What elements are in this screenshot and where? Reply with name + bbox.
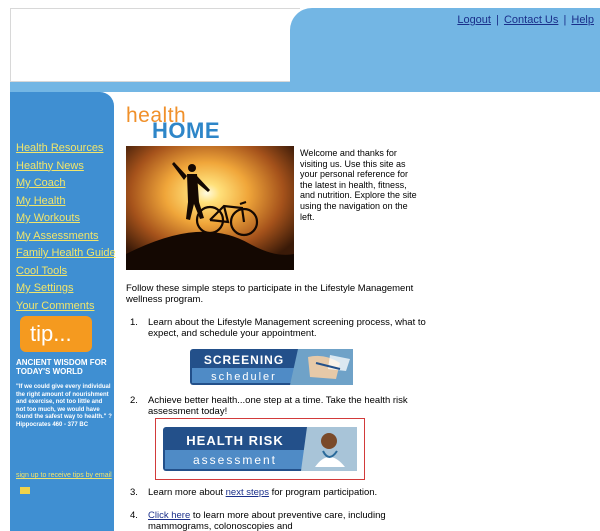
tip-signup-link[interactable]: sign up to receive tips by email	[16, 472, 112, 479]
step-text: Learn more about next steps for program …	[148, 487, 448, 499]
click-here-link[interactable]: Click here	[148, 510, 190, 521]
contact-us-link[interactable]: Contact Us	[504, 14, 558, 26]
health-risk-highlight: HEALTH RISK assessment	[155, 418, 365, 480]
step-number: 3.	[130, 487, 138, 498]
sidebar-item-healthy-news: Healthy News	[16, 158, 116, 176]
sidebar-item-family-health-guide: Family Health Guide	[16, 245, 116, 263]
sidebar-link-my-health[interactable]: My Health	[16, 195, 66, 207]
sidebar-item-health-resources: Health Resources	[16, 140, 116, 158]
sidebar-link-my-workouts[interactable]: My Workouts	[16, 212, 80, 224]
separator: |	[563, 14, 567, 26]
sidebar-item-cool-tools: Cool Tools	[16, 263, 116, 281]
step-text: Achieve better health...one step at a ti…	[148, 395, 408, 417]
screening-scheduler-button[interactable]: SCREENING scheduler	[190, 349, 353, 385]
sidebar-link-healthy-news[interactable]: Healthy News	[16, 160, 84, 172]
step-text-suffix: for program participation.	[268, 487, 378, 498]
envelope-icon[interactable]	[20, 486, 30, 494]
cyclist-silhouette-icon	[126, 146, 294, 270]
step-text: Learn about the Lifestyle Management scr…	[148, 317, 426, 339]
sidebar-item-your-comments: Your Comments	[16, 298, 116, 316]
step-text: Click here to learn more about preventiv…	[148, 510, 448, 531]
step-number: 4.	[130, 510, 138, 521]
screening-button-top: SCREENING	[204, 353, 284, 367]
sidebar-item-my-workouts: My Workouts	[16, 210, 116, 228]
step-number: 2.	[130, 395, 138, 406]
sidebar-item-my-health: My Health	[16, 193, 116, 211]
health-risk-graphic: HEALTH RISK assessment	[163, 427, 357, 471]
health-home-logo: health HOME	[126, 104, 266, 144]
risk-button-bottom: assessment	[193, 453, 277, 467]
welcome-text: Welcome and thanks for visiting us. Use …	[300, 148, 417, 222]
logo-home-text: HOME	[152, 118, 220, 143]
screening-scheduler-graphic: SCREENING scheduler	[190, 349, 353, 385]
tip-badge: tip...	[20, 316, 92, 352]
logout-link[interactable]: Logout	[457, 14, 491, 26]
risk-button-top: HEALTH RISK	[186, 433, 283, 448]
top-links: Logout | Contact Us | Help	[457, 14, 594, 26]
header-strip	[10, 82, 600, 92]
sidebar-link-health-resources[interactable]: Health Resources	[16, 142, 103, 154]
next-steps-link[interactable]: next steps	[226, 487, 269, 498]
sidebar-nav: Health Resources Healthy News My Coach M…	[16, 140, 116, 315]
sidebar: Health Resources Healthy News My Coach M…	[10, 92, 116, 531]
health-risk-assessment-button[interactable]: HEALTH RISK assessment	[163, 427, 357, 471]
sidebar-link-my-assessments[interactable]: My Assessments	[16, 230, 99, 242]
screening-button-bottom: scheduler	[211, 371, 277, 383]
step-number: 1.	[130, 317, 138, 328]
help-link[interactable]: Help	[571, 14, 594, 26]
sidebar-item-my-assessments: My Assessments	[16, 228, 116, 246]
sidebar-link-my-settings[interactable]: My Settings	[16, 282, 73, 294]
sidebar-link-my-coach[interactable]: My Coach	[16, 177, 66, 189]
step-text-prefix: Learn more about	[148, 487, 226, 498]
sidebar-item-my-coach: My Coach	[16, 175, 116, 193]
tip-signup: sign up to receive tips by email	[16, 468, 114, 498]
separator: |	[496, 14, 499, 26]
cyclist-hero-image	[126, 146, 294, 270]
steps-intro: Follow these simple steps to participate…	[126, 283, 414, 305]
sidebar-link-family-health-guide[interactable]: Family Health Guide	[16, 247, 116, 259]
sidebar-link-your-comments[interactable]: Your Comments	[16, 300, 94, 312]
header-logo-area	[10, 8, 300, 82]
sidebar-item-my-settings: My Settings	[16, 280, 116, 298]
sidebar-link-cool-tools[interactable]: Cool Tools	[16, 265, 67, 277]
tip-quote: "If we could give every individual the r…	[16, 384, 112, 428]
tip-title: Ancient wisdom for today's world	[16, 358, 107, 376]
